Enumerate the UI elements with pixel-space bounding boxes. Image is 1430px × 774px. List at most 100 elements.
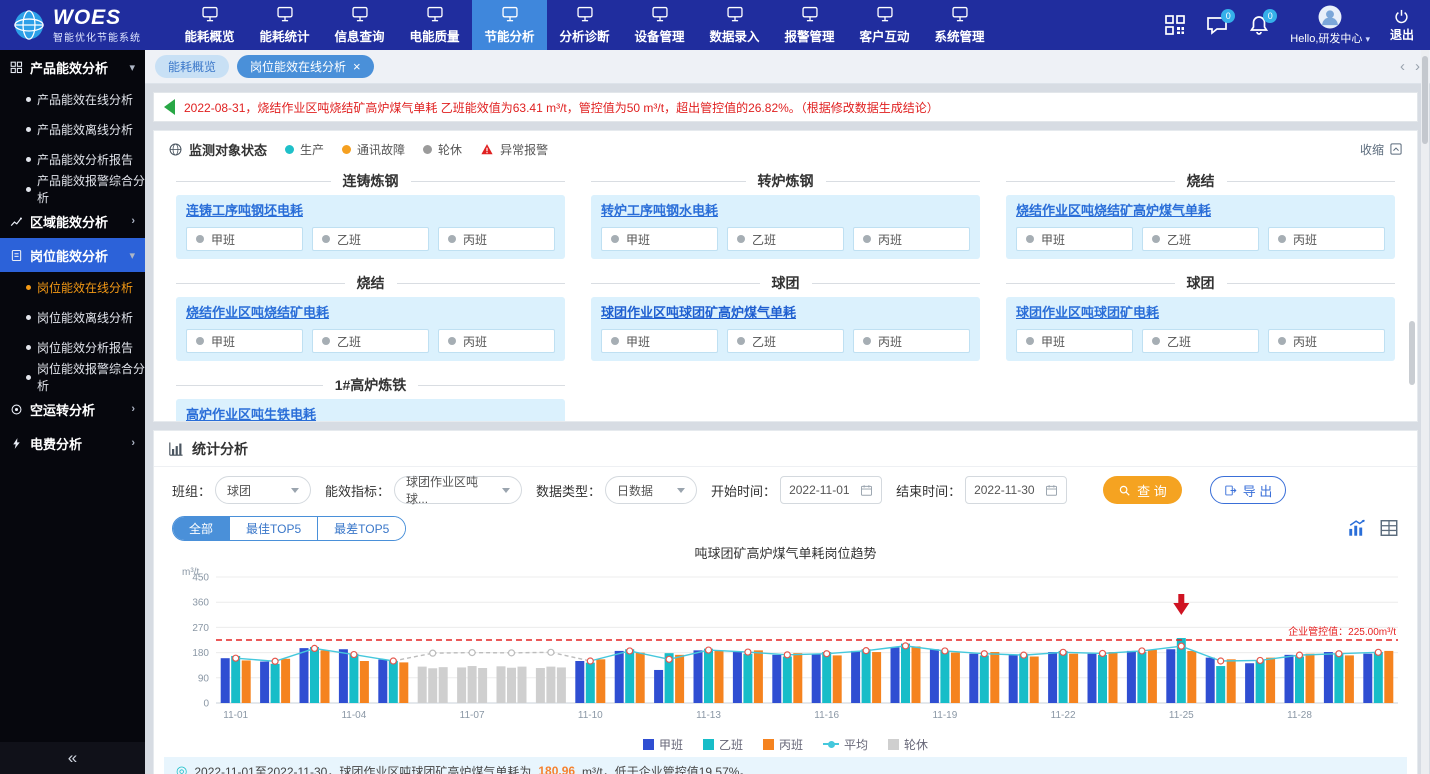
tab-scroll-right-icon[interactable]: › xyxy=(1415,58,1420,75)
svg-text:180: 180 xyxy=(192,648,209,659)
view-tab-worst-top5[interactable]: 最差TOP5 xyxy=(317,517,405,540)
legend-bingban[interactable]: 丙班 xyxy=(763,736,803,753)
sidebar-item-product-report[interactable]: 产品能效分析报告 xyxy=(0,144,145,174)
card-title-link[interactable]: 连铸工序吨钢坯电耗 xyxy=(186,203,555,219)
shift-button-yi[interactable]: 乙班 xyxy=(312,329,429,353)
device-management-icon xyxy=(650,6,670,23)
analysis-diagnosis-icon xyxy=(575,6,595,23)
legend-rest[interactable]: 轮休 xyxy=(888,736,928,753)
tab-energy-overview[interactable]: 能耗概览 xyxy=(155,55,229,78)
nav-item-system-management[interactable]: 系统管理 xyxy=(922,0,997,50)
chevron-right-icon: › xyxy=(131,403,135,415)
search-button[interactable]: 查 询 xyxy=(1103,476,1182,504)
close-icon[interactable]: × xyxy=(353,60,361,73)
export-button[interactable]: 导 出 xyxy=(1210,476,1287,504)
shift-button-bing[interactable]: 丙班 xyxy=(1268,329,1385,353)
nav-item-analysis-diagnosis[interactable]: 分析诊断 xyxy=(547,0,622,50)
monitor-card: 连铸工序吨钢坯电耗 甲班 乙班 丙班 xyxy=(176,195,565,259)
scrollbar-thumb[interactable] xyxy=(1422,56,1428,144)
shift-button-jia[interactable]: 甲班 xyxy=(1016,227,1133,251)
shift-button-yi[interactable]: 乙班 xyxy=(1142,329,1259,353)
sidebar-section-region-efficiency[interactable]: 区域能效分析› xyxy=(0,204,145,238)
status-dot-icon xyxy=(737,235,745,243)
bullet-icon xyxy=(26,285,31,290)
sidebar-section-electricity-fee[interactable]: 电费分析› xyxy=(0,426,145,460)
nav-item-info-query[interactable]: 信息查询 xyxy=(322,0,397,50)
start-date-input[interactable]: 2022-11-01 xyxy=(780,476,882,504)
sidebar-item-product-alarm[interactable]: 产品能效报警综合分析 xyxy=(0,174,145,204)
logout-button[interactable]: 退出 xyxy=(1390,8,1414,43)
nav-item-customer-interaction[interactable]: 客户互动 xyxy=(847,0,922,50)
legend-average[interactable]: 平均 xyxy=(823,736,868,753)
monitor-scrollbar[interactable] xyxy=(1409,321,1415,385)
qr-code-icon[interactable] xyxy=(1164,14,1186,36)
sidebar-item-post-alarm[interactable]: 岗位能效报警综合分析 xyxy=(0,362,145,392)
user-menu[interactable]: Hello,研发中心 ▾ xyxy=(1290,5,1370,46)
nav-item-energy-saving-analysis[interactable]: 节能分析 xyxy=(472,0,547,50)
card-title-link-selected[interactable]: 球团作业区吨球团矿高炉煤气单耗 xyxy=(601,305,970,321)
card-title-link[interactable]: 烧结作业区吨烧结矿高炉煤气单耗 xyxy=(1016,203,1385,219)
shift-button-bing[interactable]: 丙班 xyxy=(438,329,555,353)
message-badge: 0 xyxy=(1221,9,1235,23)
sidebar-section-post-efficiency[interactable]: 岗位能效分析▾ xyxy=(0,238,145,272)
shift-button-bing[interactable]: 丙班 xyxy=(1268,227,1385,251)
brand-logo: WOES 智能优化节能系统 xyxy=(0,0,172,50)
nav-item-energy-overview[interactable]: 能耗概览 xyxy=(172,0,247,50)
shift-button-jia[interactable]: 甲班 xyxy=(601,227,718,251)
shift-button-yi[interactable]: 乙班 xyxy=(1142,227,1259,251)
search-icon xyxy=(1118,484,1131,497)
content-scrollbar[interactable] xyxy=(1421,50,1429,774)
tab-scroll-left-icon[interactable]: ‹ xyxy=(1400,58,1405,75)
tab-post-efficiency-online[interactable]: 岗位能效在线分析× xyxy=(237,55,374,78)
message-icon[interactable]: 0 xyxy=(1206,14,1228,36)
sidebar-item-post-report[interactable]: 岗位能效分析报告 xyxy=(0,332,145,362)
sidebar-section-idle-run[interactable]: 空运转分析› xyxy=(0,392,145,426)
shift-button-jia[interactable]: 甲班 xyxy=(186,329,303,353)
collapse-panel-button[interactable]: 收缩 xyxy=(1360,141,1403,158)
legend-jiaban[interactable]: 甲班 xyxy=(643,736,683,753)
legend-rest: 轮休 xyxy=(423,141,462,158)
notification-bell-icon[interactable]: 0 xyxy=(1248,14,1270,36)
shift-button-yi[interactable]: 乙班 xyxy=(312,227,429,251)
data-type-select[interactable]: 日数据 xyxy=(605,476,697,504)
card-title-link[interactable]: 球团作业区吨球团矿电耗 xyxy=(1016,305,1385,321)
shift-button-bing[interactable]: 丙班 xyxy=(438,227,555,251)
shift-button-jia[interactable]: 甲班 xyxy=(601,329,718,353)
svg-text:11-13: 11-13 xyxy=(696,710,721,721)
shift-group-select[interactable]: 球团 xyxy=(215,476,311,504)
sidebar-item-product-online[interactable]: 产品能效在线分析 xyxy=(0,84,145,114)
trend-chart[interactable]: 090180270360450m³/t11-0111-0411-0711-101… xyxy=(166,565,1406,733)
shift-button-bing[interactable]: 丙班 xyxy=(853,227,970,251)
card-title-link[interactable]: 高炉作业区吨生铁电耗 xyxy=(186,407,555,422)
sidebar-section-product-efficiency[interactable]: 产品能效分析▾ xyxy=(0,50,145,84)
legend-yiban[interactable]: 乙班 xyxy=(703,736,743,753)
nav-item-energy-statistics[interactable]: 能耗统计 xyxy=(247,0,322,50)
nav-item-data-entry[interactable]: 数据录入 xyxy=(697,0,772,50)
end-date-input[interactable]: 2022-11-30 xyxy=(965,476,1067,504)
table-view-icon[interactable] xyxy=(1379,518,1399,538)
nav-item-device-management[interactable]: 设备管理 xyxy=(622,0,697,50)
sidebar-item-product-offline[interactable]: 产品能效离线分析 xyxy=(0,114,145,144)
rest-dot-icon xyxy=(423,145,432,154)
shift-button-jia[interactable]: 甲班 xyxy=(1016,329,1133,353)
nav-item-alarm-management[interactable]: 报警管理 xyxy=(772,0,847,50)
shift-button-yi[interactable]: 乙班 xyxy=(727,227,844,251)
bullet-icon xyxy=(26,375,31,380)
calendar-icon xyxy=(1045,484,1058,497)
card-title-link[interactable]: 烧结作业区吨烧结矿电耗 xyxy=(186,305,555,321)
nav-item-power-quality[interactable]: 电能质量 xyxy=(397,0,472,50)
statistics-title: 统计分析 xyxy=(192,439,248,459)
shift-button-bing[interactable]: 丙班 xyxy=(853,329,970,353)
trend-chart-view-icon[interactable] xyxy=(1347,518,1367,538)
svg-text:11-22: 11-22 xyxy=(1050,710,1075,721)
system-management-icon xyxy=(950,6,970,23)
shift-button-jia[interactable]: 甲班 xyxy=(186,227,303,251)
sidebar-collapse-button[interactable]: « xyxy=(0,742,145,774)
view-tab-all[interactable]: 全部 xyxy=(173,517,229,540)
sidebar-item-post-offline[interactable]: 岗位能效离线分析 xyxy=(0,302,145,332)
indicator-select[interactable]: 球团作业区吨球... xyxy=(394,476,522,504)
card-title-link[interactable]: 转炉工序吨钢水电耗 xyxy=(601,203,970,219)
shift-button-yi[interactable]: 乙班 xyxy=(727,329,844,353)
view-tab-best-top5[interactable]: 最佳TOP5 xyxy=(229,517,317,540)
sidebar-item-post-online[interactable]: 岗位能效在线分析 xyxy=(0,272,145,302)
